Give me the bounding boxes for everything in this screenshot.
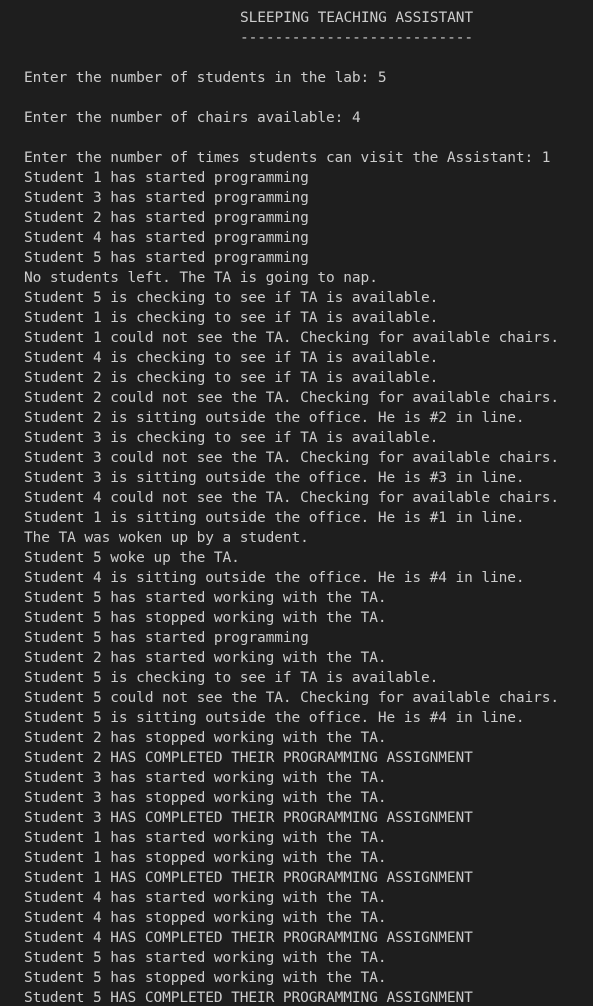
- prompt-students: Enter the number of students in the lab:…: [24, 68, 387, 88]
- output-line: Student 2 has started programming: [24, 210, 309, 226]
- output-line: Student 2 is sitting outside the office.…: [24, 410, 525, 426]
- output-line: Student 3 HAS COMPLETED THEIR PROGRAMMIN…: [24, 810, 473, 826]
- output-line: Student 3 has stopped working with the T…: [24, 790, 387, 806]
- prompt-chairs: Enter the number of chairs available: 4: [24, 108, 361, 128]
- output-line: Student 3 has started working with the T…: [24, 770, 387, 786]
- output-line: Student 1 has started programming: [24, 170, 309, 186]
- output-line: Student 1 is checking to see if TA is av…: [24, 310, 439, 326]
- program-title: SLEEPING TEACHING ASSISTANT: [240, 10, 474, 26]
- output-line: Student 5 has started working with the T…: [24, 950, 387, 966]
- terminal-output[interactable]: SLEEPING TEACHING ASSISTANT ------------…: [0, 0, 593, 1006]
- prompt-label: Enter the number of times students can v…: [24, 150, 534, 166]
- prompt-visits: Enter the number of times students can v…: [24, 148, 551, 168]
- output-line: Student 1 could not see the TA. Checking…: [24, 330, 560, 346]
- prompt-value: 1: [541, 150, 551, 166]
- output-line: Student 3 is checking to see if TA is av…: [24, 430, 439, 446]
- output-line: The TA was woken up by a student.: [24, 530, 309, 546]
- title-underline: ---------------------------: [240, 30, 474, 46]
- output-line: Student 2 HAS COMPLETED THEIR PROGRAMMIN…: [24, 750, 473, 766]
- output-line: Student 5 HAS COMPLETED THEIR PROGRAMMIN…: [24, 990, 473, 1006]
- output-line: Student 4 is checking to see if TA is av…: [24, 350, 439, 366]
- prompt-value: 5: [377, 70, 387, 86]
- output-line: Student 4 is sitting outside the office.…: [24, 570, 525, 586]
- output-log: Student 1 has started programming Student…: [24, 168, 559, 1006]
- output-line: Student 4 HAS COMPLETED THEIR PROGRAMMIN…: [24, 930, 473, 946]
- output-line: Student 2 could not see the TA. Checking…: [24, 390, 560, 406]
- prompt-label: Enter the number of chairs available:: [24, 110, 344, 126]
- output-line: Student 5 could not see the TA. Checking…: [24, 690, 560, 706]
- output-line: Student 5 has started programming: [24, 250, 309, 266]
- output-line: Student 5 woke up the TA.: [24, 550, 240, 566]
- output-line: Student 5 has stopped working with the T…: [24, 970, 387, 986]
- output-line: Student 5 has started working with the T…: [24, 590, 387, 606]
- output-line: Student 5 has stopped working with the T…: [24, 610, 387, 626]
- output-line: Student 3 could not see the TA. Checking…: [24, 450, 560, 466]
- output-line: Student 5 is checking to see if TA is av…: [24, 670, 439, 686]
- output-line: Student 5 is sitting outside the office.…: [24, 710, 525, 726]
- output-line: Student 2 has started working with the T…: [24, 650, 387, 666]
- output-line: Student 3 is sitting outside the office.…: [24, 470, 525, 486]
- output-line: Student 1 HAS COMPLETED THEIR PROGRAMMIN…: [24, 870, 473, 886]
- output-line: Student 5 is checking to see if TA is av…: [24, 290, 439, 306]
- output-line: Student 4 could not see the TA. Checking…: [24, 490, 560, 506]
- output-line: Student 4 has stopped working with the T…: [24, 910, 387, 926]
- output-line: Student 1 has stopped working with the T…: [24, 850, 387, 866]
- output-line: Student 2 has stopped working with the T…: [24, 730, 387, 746]
- output-line: Student 4 has started working with the T…: [24, 890, 387, 906]
- output-line: Student 3 has started programming: [24, 190, 309, 206]
- output-line: Student 4 has started programming: [24, 230, 309, 246]
- output-line: No students left. The TA is going to nap…: [24, 270, 378, 286]
- output-line: Student 1 is sitting outside the office.…: [24, 510, 525, 526]
- prompt-label: Enter the number of students in the lab:: [24, 70, 370, 86]
- output-line: Student 2 is checking to see if TA is av…: [24, 370, 439, 386]
- output-line: Student 1 has started working with the T…: [24, 830, 387, 846]
- output-line: Student 5 has started programming: [24, 630, 309, 646]
- prompt-value: 4: [351, 110, 361, 126]
